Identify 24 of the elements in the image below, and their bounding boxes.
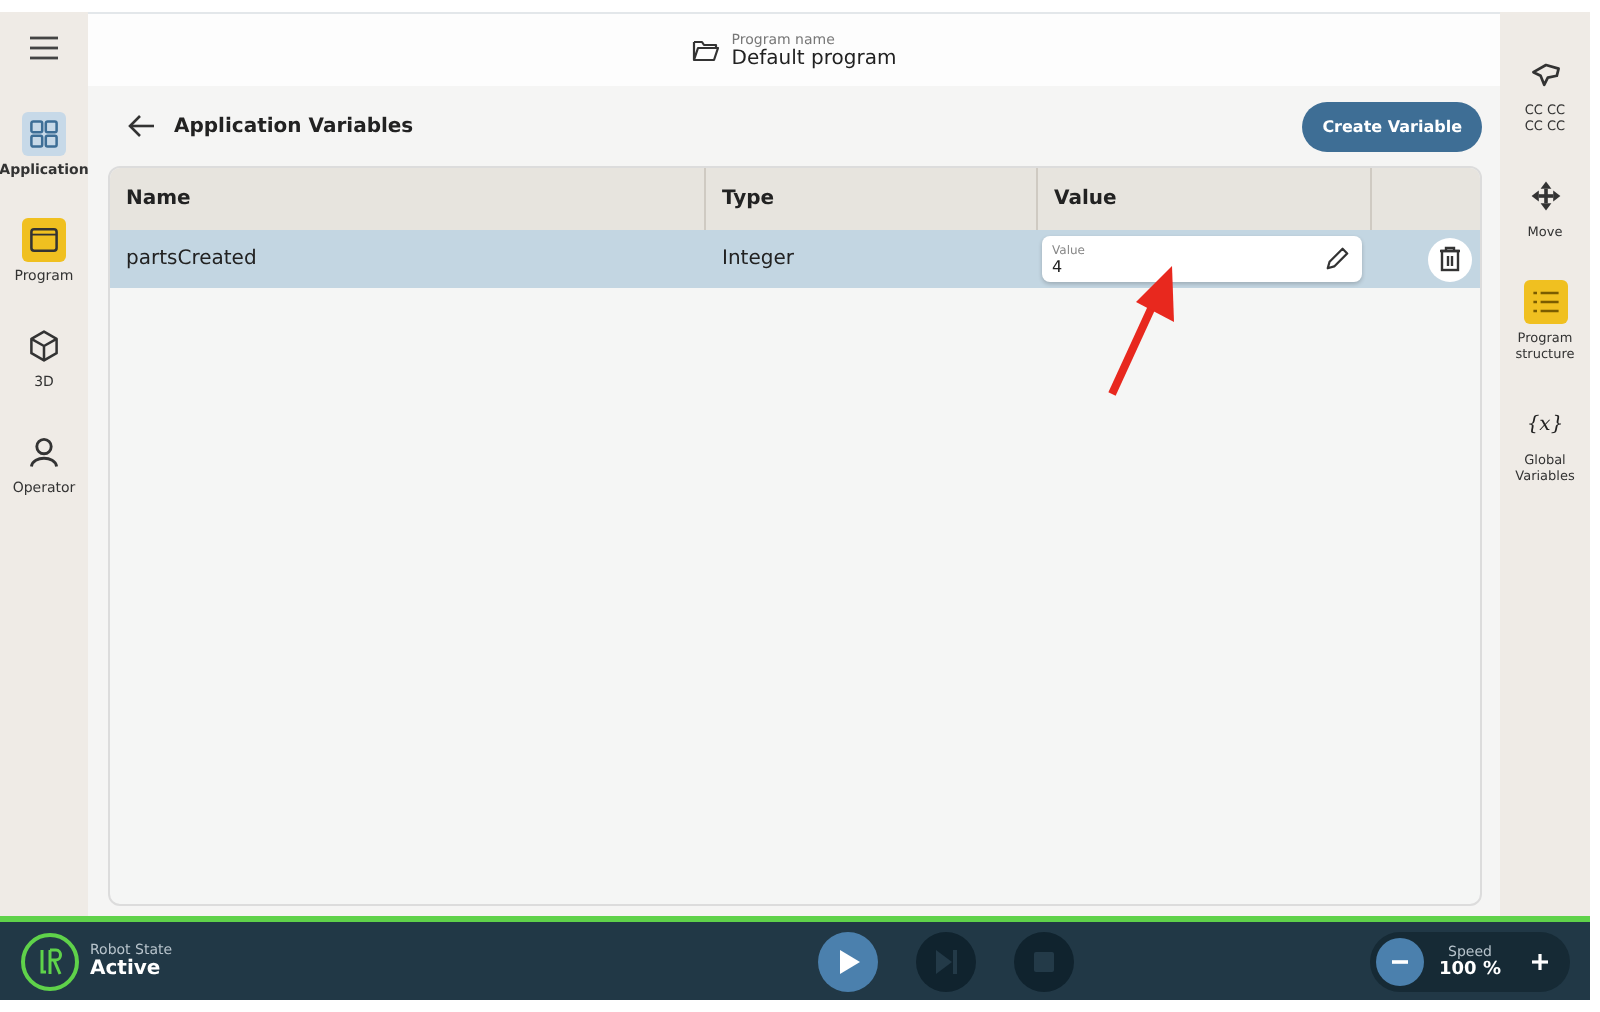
menu-icon [30,36,58,60]
window-icon [25,222,62,258]
pencil-icon [1324,246,1350,272]
page-title: Application Variables [174,115,416,137]
speed-value: 100 % [1439,959,1501,979]
robot-state-value: Active [90,958,163,980]
play-button[interactable] [817,931,877,991]
move-arrows-icon [1527,178,1563,214]
trash-icon [1438,246,1462,272]
person-icon [26,434,62,470]
table-cell-text: partsCreated [124,246,259,274]
robot-logo-icon [20,931,80,991]
grid-icon [26,116,62,152]
decrease-speed-button[interactable] [1376,937,1424,985]
program-name: Default program [731,47,897,69]
folder-icon [691,38,720,62]
delete-button[interactable] [1428,237,1472,281]
variable-icon: {x} [1526,413,1564,435]
table-cell-text: Integer [720,246,796,274]
back-arrow-icon [128,114,156,138]
field-value: 4 [1052,257,1065,275]
cube-icon [26,328,62,364]
plus-icon [1530,951,1550,971]
create-variable-button[interactable]: Create Variable [1302,101,1482,151]
